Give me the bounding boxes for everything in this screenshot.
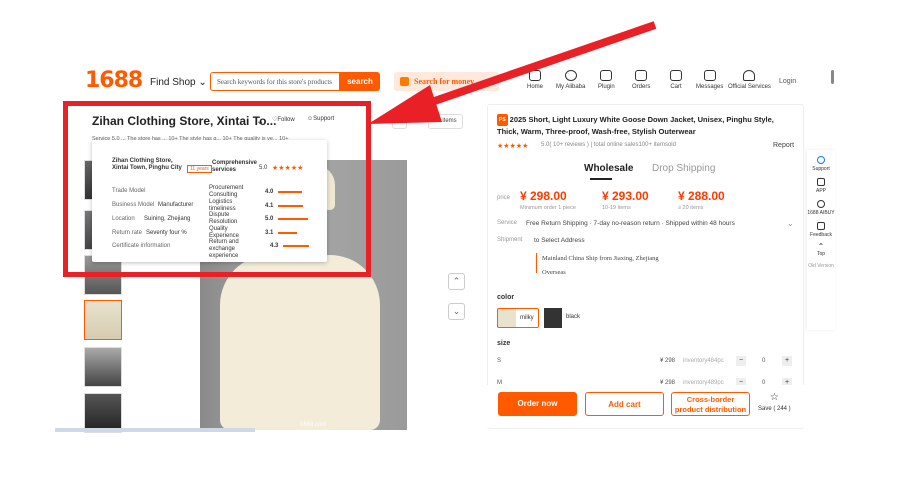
price-label: price: [497, 195, 511, 201]
sidebar-item-top[interactable]: ⌃ Top: [807, 242, 835, 258]
product-badge: PS: [497, 114, 508, 126]
qty-value[interactable]: 0: [762, 358, 765, 364]
sidebar-label: 1688 AIBUY: [807, 210, 835, 216]
shipment-label: Shipment: [497, 237, 523, 243]
add-cart-button[interactable]: Add cart: [585, 392, 664, 416]
sidebar-item-old-version[interactable]: Old Version: [807, 263, 835, 269]
color-option-milky[interactable]: milky: [497, 308, 539, 328]
sidebar-label: APP: [815, 188, 826, 194]
headset-icon: [817, 156, 825, 164]
service-text: Free Return Shipping · 7-day no-reason r…: [526, 220, 735, 227]
color-label: color: [497, 294, 515, 301]
product-panel: [487, 104, 804, 429]
sidebar-item-app[interactable]: APP: [807, 178, 835, 194]
price-tier-2: ¥ 293.00: [602, 189, 649, 203]
price-tier-3-note: ≥ 20 items: [678, 205, 704, 211]
sidebar-item-support[interactable]: Support: [807, 156, 835, 172]
sidebar-label: Feedback: [810, 232, 832, 238]
product-title: PS 2025 Short, Light Luxury White Goose D…: [497, 114, 777, 138]
price-tier-3: ¥ 288.00: [678, 189, 725, 203]
color-option-black[interactable]: black: [544, 308, 586, 328]
rating-stars: ★★★★★: [497, 143, 529, 150]
star-icon[interactable]: ☆: [770, 392, 779, 403]
price-tier-2-note: 10-19 items: [602, 205, 631, 211]
price-tier-1-note: Minimum order 1 piece: [520, 205, 576, 211]
qty-plus-button[interactable]: +: [782, 356, 792, 366]
tab-drop-shipping[interactable]: Drop Shipping: [652, 163, 715, 174]
tab-wholesale[interactable]: Wholesale: [584, 163, 633, 174]
rating-summary[interactable]: 5.0( 10+ reviews ) | total online sales1…: [541, 142, 676, 148]
save-count[interactable]: Save ( 244 ): [758, 406, 791, 412]
sidebar-label: Top: [816, 251, 826, 257]
qr-icon: [817, 178, 825, 186]
sidebar-label: Support: [812, 166, 830, 172]
overseas: Overseas: [542, 269, 566, 276]
cross-border-button[interactable]: Cross-border product distribution: [671, 392, 750, 416]
route-line: [536, 253, 537, 273]
size-s: S: [497, 358, 502, 364]
tab-underline: [590, 178, 612, 180]
product-title-text: 2025 Short, Light Luxury White Goose Dow…: [497, 115, 774, 136]
service-label: Service: [497, 220, 518, 226]
size-price: ¥ 298: [660, 358, 676, 364]
pencil-icon: [817, 222, 825, 230]
report-link[interactable]: Report: [773, 142, 794, 149]
size-inventory: inventory484pc: [683, 358, 724, 364]
order-now-button[interactable]: Order now: [498, 392, 577, 416]
ship-from: Mainland China Ship from Jiaxing, Zhejia…: [542, 255, 659, 262]
chevron-down-icon[interactable]: ⌄: [787, 219, 794, 228]
sidebar-item-aibuy[interactable]: 1688 AIBUY: [807, 200, 835, 216]
select-address[interactable]: to Select Address: [534, 237, 585, 244]
right-sidebar: Support APP 1688 AIBUY Feedback ⌃ Top Old…: [807, 150, 835, 330]
qty-minus-button[interactable]: −: [736, 356, 746, 366]
size-label: size: [497, 340, 511, 347]
sidebar-item-feedback[interactable]: Feedback: [807, 222, 835, 238]
price-tier-1: ¥ 298.00: [520, 189, 567, 203]
chevron-up-icon: ⌃: [817, 242, 825, 251]
aibuy-icon: [817, 200, 825, 208]
